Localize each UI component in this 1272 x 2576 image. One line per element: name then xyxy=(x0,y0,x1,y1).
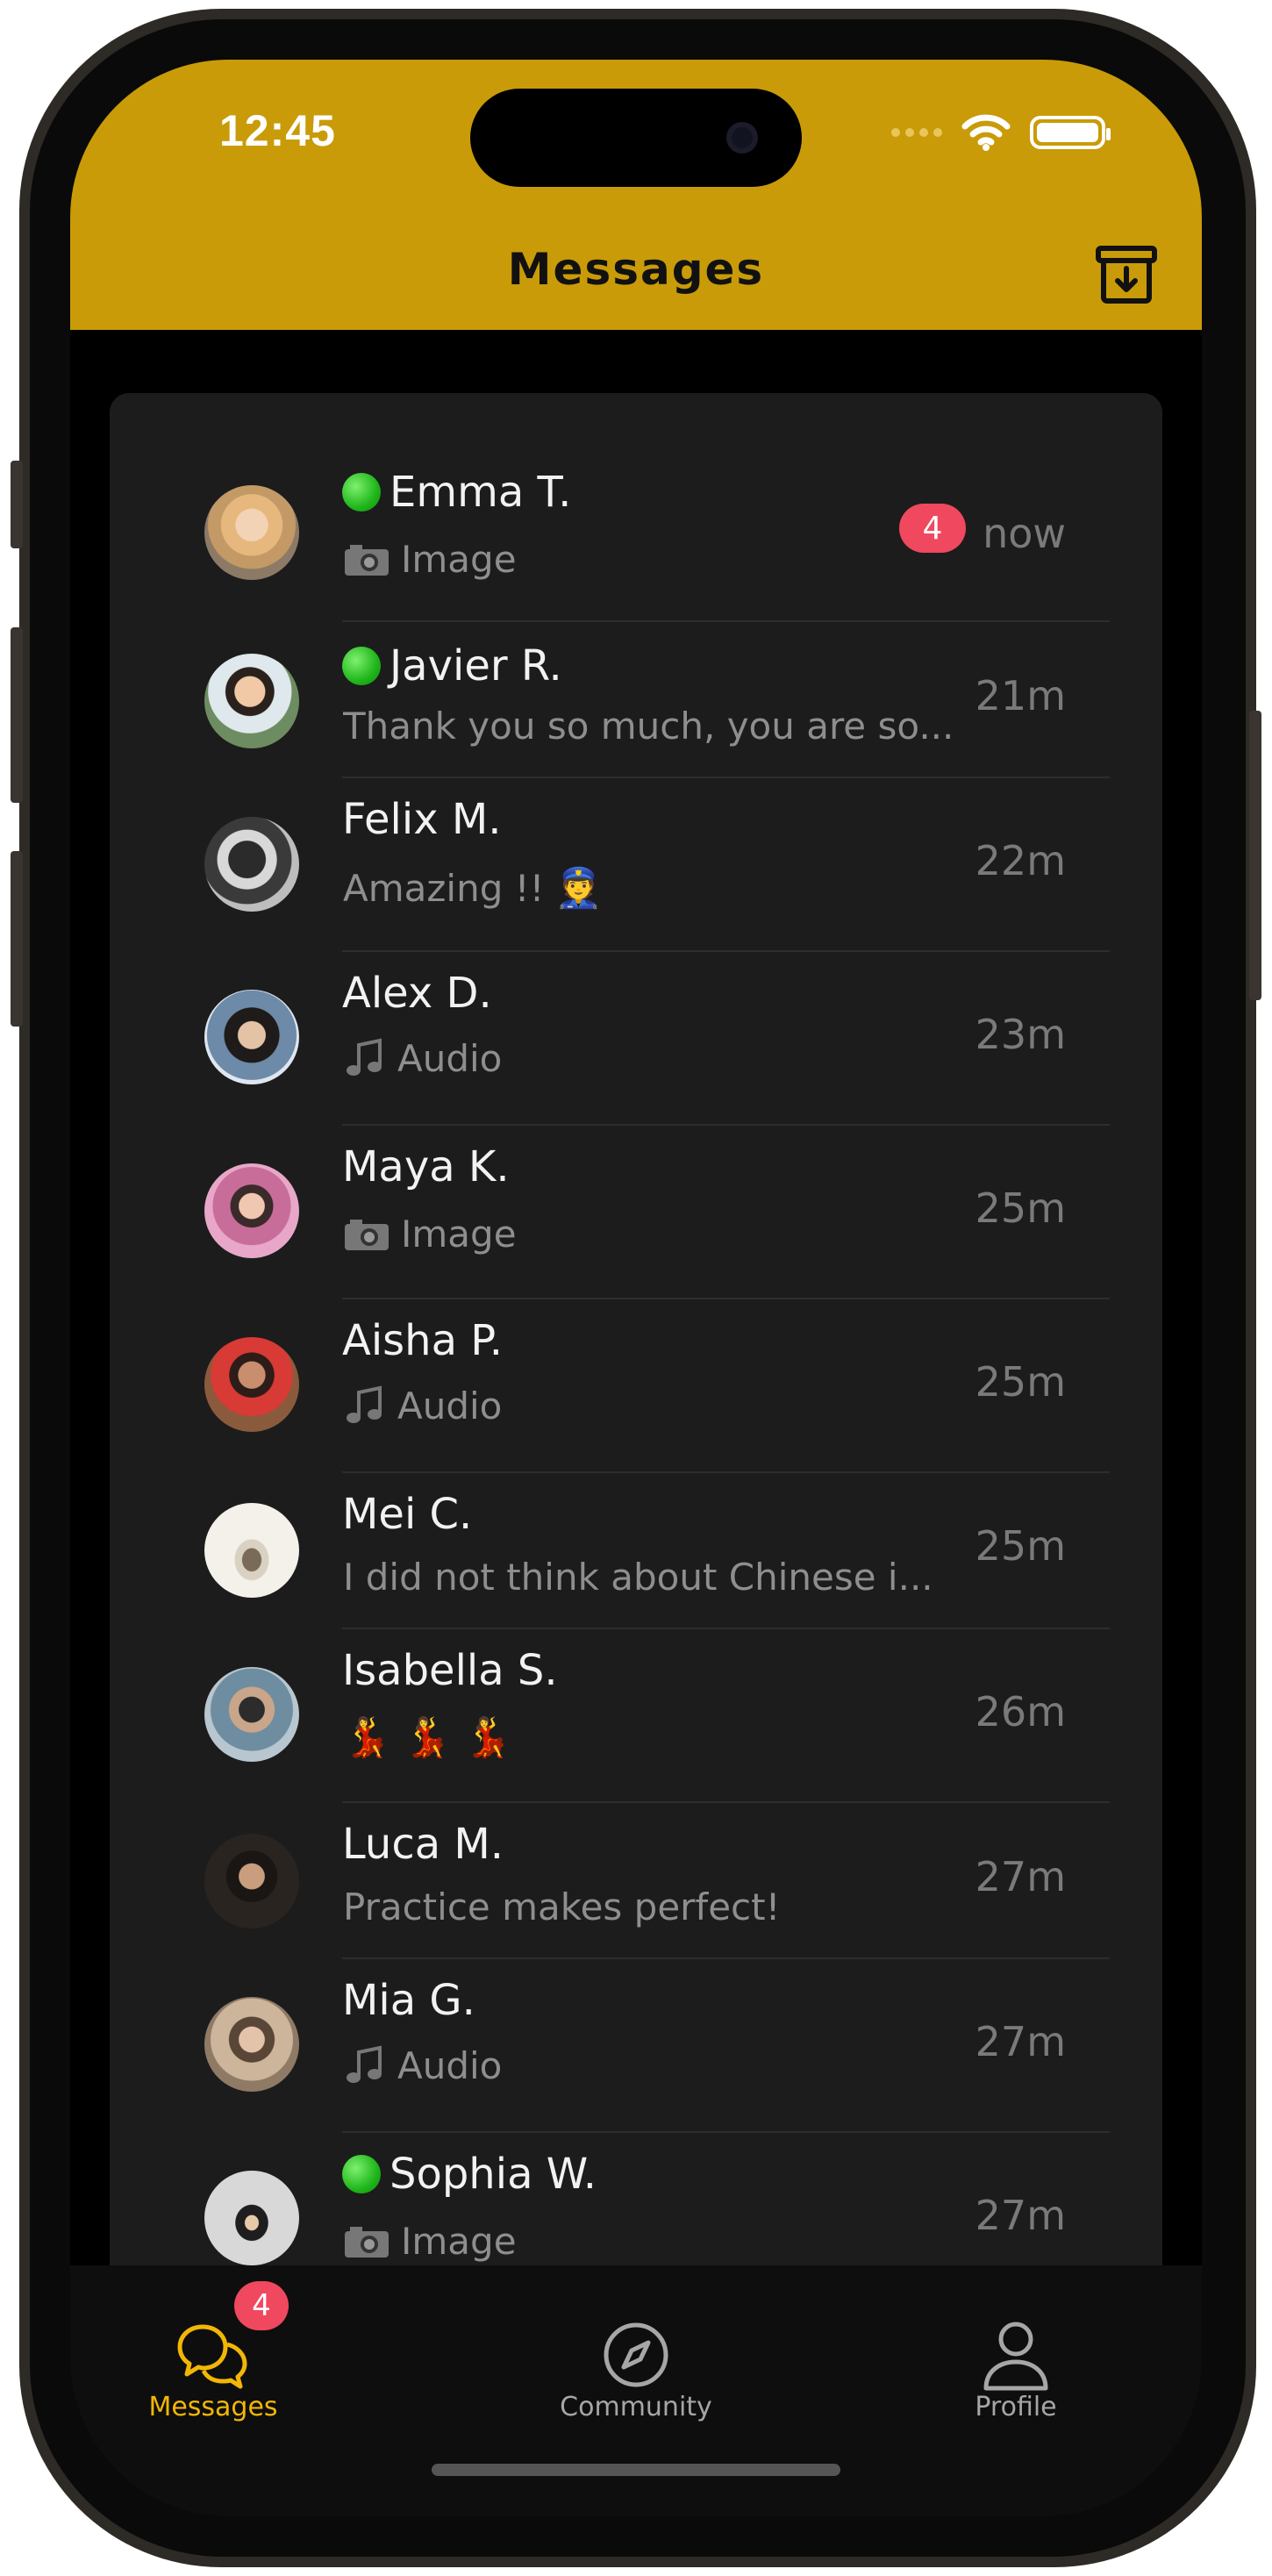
camera-icon xyxy=(345,2226,389,2258)
conversation-row-isabella[interactable]: Isabella S. 💃 💃 💃 26m xyxy=(110,1628,1162,1803)
message-preview: Audio xyxy=(397,1384,503,1428)
message-preview: Image xyxy=(401,1213,517,1256)
conversation-row-javier[interactable]: Javier R. Thank you so much, you are so.… xyxy=(110,621,1162,778)
home-indicator[interactable] xyxy=(432,2464,840,2476)
avatar xyxy=(204,817,299,912)
conversation-row-felix[interactable]: Felix M. Amazing !! 👮 22m xyxy=(110,777,1162,952)
front-camera xyxy=(726,122,758,154)
unread-badge: 4 xyxy=(899,504,966,553)
message-time: now xyxy=(983,510,1066,557)
conversation-row-maya[interactable]: Maya K. Image 25m xyxy=(110,1125,1162,1299)
conversation-row-aisha[interactable]: Aisha P. Audio 25m xyxy=(110,1299,1162,1473)
contact-name: Mei C. xyxy=(342,1490,473,1539)
message-time: 27m xyxy=(975,1853,1066,1900)
dynamic-island xyxy=(470,89,802,187)
music-note-icon xyxy=(347,1385,382,1423)
screen: 12:45 Messages Emma T. Image 4 now Javie… xyxy=(70,60,1202,2516)
avatar xyxy=(204,1163,299,1258)
message-time: 26m xyxy=(975,1688,1066,1735)
conversation-row-alex[interactable]: Alex D. Audio 23m xyxy=(110,951,1162,1126)
camera-icon xyxy=(345,1219,389,1250)
avatar xyxy=(204,1667,299,1762)
contact-name: Javier R. xyxy=(389,641,562,691)
page-title: Messages xyxy=(507,244,765,295)
message-time: 21m xyxy=(975,672,1066,719)
message-preview: Audio xyxy=(397,1036,503,1080)
conversation-row-mei[interactable]: Mei C. I did not think about Chinese i..… xyxy=(110,1472,1162,1629)
police-officer-emoji: 👮 xyxy=(554,866,604,911)
message-preview: Practice makes perfect! xyxy=(343,1885,781,1928)
tab-label: Messages xyxy=(148,2392,278,2422)
message-time: 27m xyxy=(975,2192,1066,2239)
conversation-row-luca[interactable]: Luca M. Practice makes perfect! 27m xyxy=(110,1802,1162,1959)
avatar xyxy=(204,1337,299,1432)
tab-unread-badge: 4 xyxy=(234,2281,289,2330)
avatar xyxy=(204,990,299,1084)
archive-download-icon[interactable] xyxy=(1095,245,1158,304)
action-button xyxy=(11,461,23,548)
contact-name: Luca M. xyxy=(342,1820,504,1869)
contact-name: Aisha P. xyxy=(342,1316,503,1365)
message-time: 22m xyxy=(975,837,1066,884)
volume-down-button xyxy=(11,851,23,1027)
contact-name: Isabella S. xyxy=(342,1646,558,1695)
tab-profile[interactable]: Profile xyxy=(884,2265,1147,2423)
contact-name: Mia G. xyxy=(342,1976,475,2025)
tab-messages[interactable]: 4 Messages xyxy=(82,2265,345,2423)
avatar xyxy=(204,1503,299,1598)
message-time: 23m xyxy=(975,1011,1066,1058)
music-note-icon xyxy=(347,2045,382,2083)
message-preview: Image xyxy=(401,538,517,581)
music-note-icon xyxy=(347,1038,382,1076)
avatar xyxy=(204,654,299,748)
message-time: 25m xyxy=(975,1358,1066,1406)
camera-icon xyxy=(345,544,389,576)
avatar xyxy=(204,1997,299,2092)
tab-community[interactable]: Community xyxy=(504,2265,768,2423)
chat-bubbles-icon xyxy=(177,2324,247,2389)
contact-name: Maya K. xyxy=(342,1142,510,1191)
status-time: 12:45 xyxy=(219,106,336,155)
conversation-row-mia[interactable]: Mia G. Audio 27m xyxy=(110,1958,1162,2133)
message-preview: Image xyxy=(401,2220,517,2263)
contact-name: Emma T. xyxy=(389,468,572,517)
contact-name: Sophia W. xyxy=(389,2150,597,2199)
message-preview: Audio xyxy=(397,2043,503,2087)
avatar xyxy=(204,1834,299,1928)
tab-label: Profile xyxy=(975,2392,1057,2422)
avatar xyxy=(204,2171,299,2265)
status-icons xyxy=(891,114,1111,151)
dancer-emoji: 💃 💃 💃 xyxy=(343,1715,512,1760)
person-icon xyxy=(983,2322,1048,2391)
tab-bar: 4 Messages Community Profile xyxy=(70,2265,1202,2516)
message-time: 25m xyxy=(975,1184,1066,1232)
header-bar: 12:45 Messages xyxy=(70,60,1202,330)
online-indicator xyxy=(342,2155,381,2193)
online-indicator xyxy=(342,647,381,685)
battery-icon xyxy=(1030,116,1111,149)
conversation-list: Emma T. Image 4 now Javier R. Thank you … xyxy=(110,393,1162,2358)
power-button xyxy=(1249,711,1261,1000)
online-indicator xyxy=(342,473,381,512)
avatar xyxy=(204,485,299,580)
wifi-icon xyxy=(961,114,1011,151)
contact-name: Alex D. xyxy=(342,969,492,1018)
conversation-row-emma[interactable]: Emma T. Image 4 now xyxy=(110,393,1162,622)
message-time: 25m xyxy=(975,1522,1066,1570)
message-preview: Amazing !! xyxy=(343,866,545,910)
cellular-signal-icon xyxy=(891,128,942,137)
volume-up-button xyxy=(11,627,23,803)
message-preview: I did not think about Chinese i... xyxy=(343,1556,933,1599)
compass-icon xyxy=(604,2322,668,2387)
tab-label: Community xyxy=(560,2392,712,2422)
message-time: 27m xyxy=(975,2018,1066,2065)
contact-name: Felix M. xyxy=(342,795,502,844)
message-preview: Thank you so much, you are so... xyxy=(343,705,954,748)
